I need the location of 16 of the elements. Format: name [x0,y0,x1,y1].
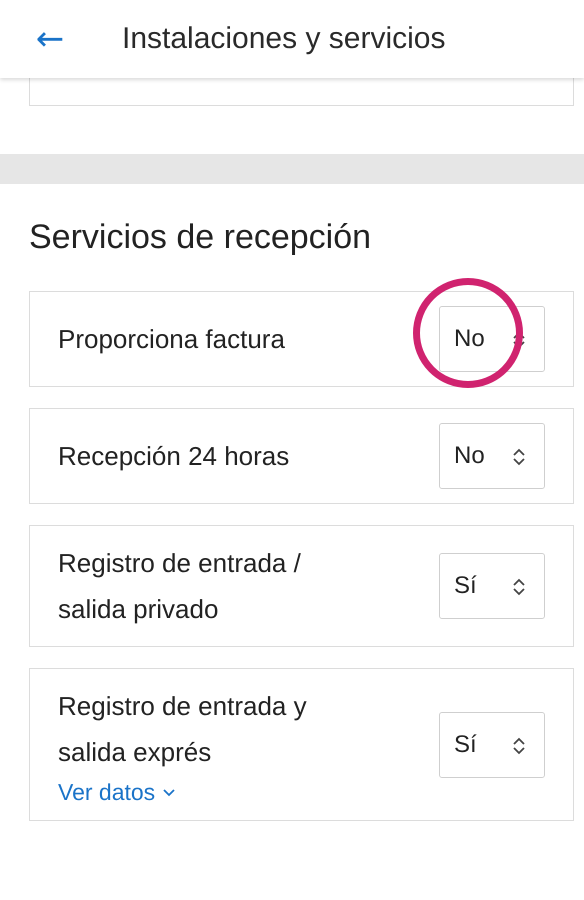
up-down-chevron-icon [512,736,526,754]
value-select[interactable]: Sí [439,553,545,619]
value-select[interactable]: Sí [439,712,545,778]
value-select[interactable]: No [439,306,545,372]
service-label: Registro de entrada y salida exprés [58,690,308,769]
page-title: Instalaciones y servicios [122,22,446,56]
section-title: Servicios de recepción [29,218,372,257]
service-label: Proporciona factura [58,323,286,356]
value-select[interactable]: No [439,423,545,489]
up-down-chevron-icon [512,578,526,596]
service-label: Recepción 24 horas [58,440,290,473]
service-label: Registro de entrada / salida privado [58,547,302,626]
chevron-down-icon [163,788,176,796]
view-data-link[interactable]: Ver datos [58,779,176,806]
back-button[interactable]: ← [30,22,70,56]
up-down-chevron-icon [512,448,526,466]
